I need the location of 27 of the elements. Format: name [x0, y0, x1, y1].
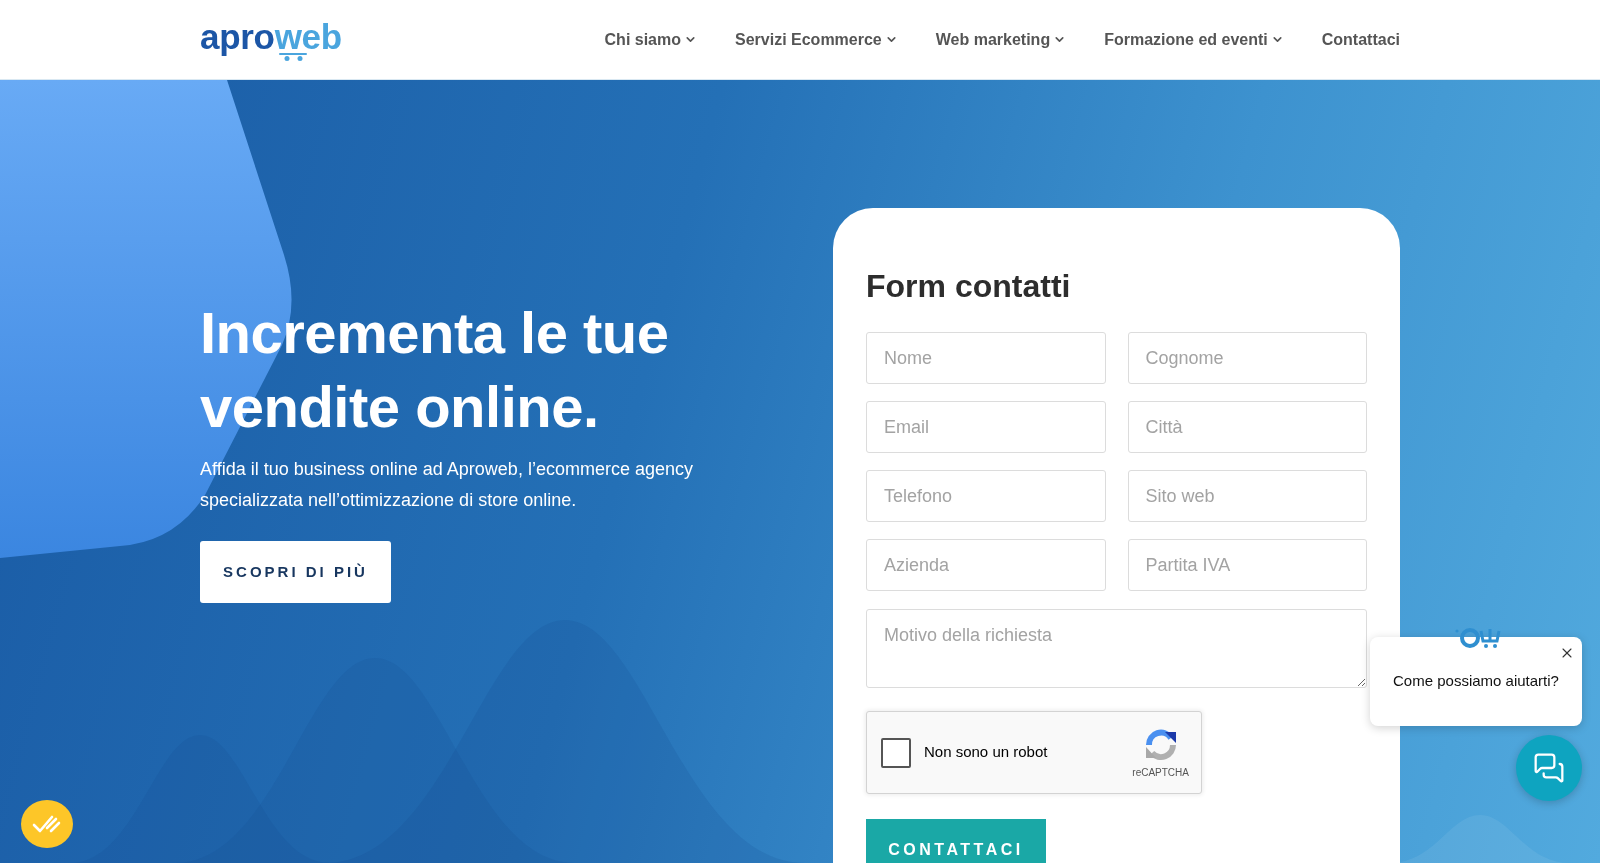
nav-link[interactable]: Formazione ed eventi: [1104, 27, 1284, 52]
discover-button[interactable]: SCOPRI DI PIÙ: [200, 541, 391, 603]
input-field[interactable]: Partita IVA: [1127, 539, 1367, 591]
logo-text[interactable]: aproweb: [200, 18, 342, 54]
cart-wheels-icon: [279, 52, 307, 61]
input-field[interactable]: Telefono: [866, 470, 1106, 522]
hero-title: Incrementa le tue vendite online.: [200, 299, 670, 441]
input-field[interactable]: Email: [866, 401, 1106, 453]
input-field[interactable]: Sito web: [1127, 470, 1367, 522]
nav-link[interactable]: Servizi Ecommerce: [735, 27, 898, 52]
message-field[interactable]: Motivo della richiesta: [866, 609, 1367, 688]
nav-link[interactable]: Contattaci: [1321, 27, 1400, 52]
hero-subtitle: Affida il tuo business online ad Aproweb, l’ecommerce agency specializzata nell’ottimizzazione di store online.: [200, 458, 694, 512]
chat-bubbles-icon: [1533, 752, 1565, 784]
form-title: Form contatti: [866, 267, 1072, 306]
input-field[interactable]: Azienda: [866, 539, 1106, 591]
input-field[interactable]: Città: [1127, 401, 1367, 453]
recaptcha-brand: reCAPTCHA: [1132, 767, 1189, 778]
recaptcha-label: Non sono un robot: [924, 742, 1048, 763]
nav-link[interactable]: Chi siamo: [604, 27, 697, 52]
check-lines-icon: [32, 814, 62, 834]
recaptcha-checkbox[interactable]: [881, 737, 911, 768]
chat-message: Come possiamo aiutarti?: [1393, 671, 1559, 692]
input-field[interactable]: Cognome: [1127, 332, 1367, 384]
input-field[interactable]: Nome: [866, 332, 1106, 384]
nav-link[interactable]: Web marketing: [935, 27, 1067, 52]
recaptcha-logo-icon: [1143, 727, 1178, 762]
